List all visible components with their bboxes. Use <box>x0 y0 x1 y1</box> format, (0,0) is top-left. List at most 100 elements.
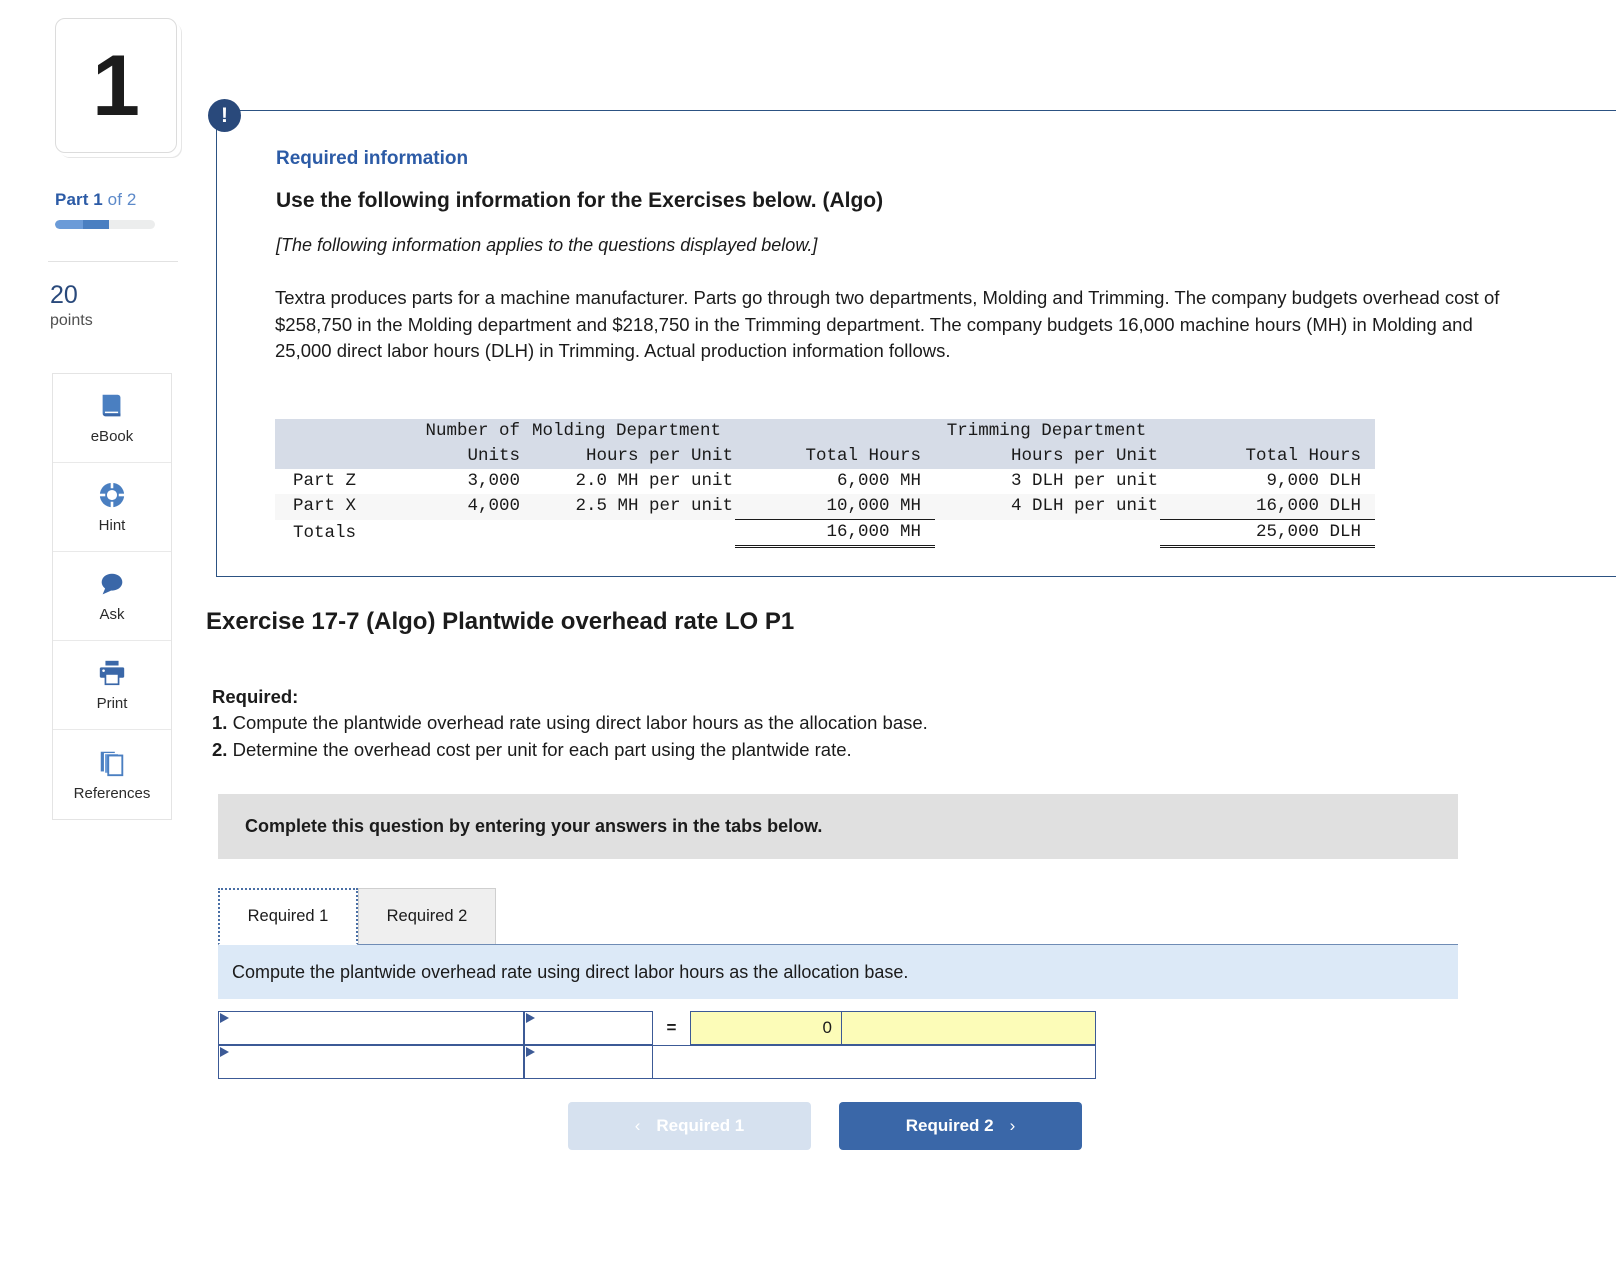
row2-spacer <box>653 1045 1096 1079</box>
required-information-heading: Required information <box>276 148 469 169</box>
table-totals-row: Totals 16,000 MH 25,000 DLH <box>275 519 1375 548</box>
row-units: 3,000 <box>467 471 520 491</box>
dropdown-marker-icon <box>526 1047 535 1057</box>
sidebar-item-label: Print <box>96 695 128 712</box>
units-header-line2: Units <box>400 444 520 469</box>
row-trimming-hpu: 3 DLH per unit <box>1010 471 1158 491</box>
row-trimming-total: 16,000 DLH <box>1160 494 1375 520</box>
trimming-total-header: Total Hours <box>1160 444 1375 469</box>
sidebar-item-label: Hint <box>98 517 126 534</box>
required-information-body: Textra produces parts for a machine manu… <box>275 287 1500 361</box>
question-number: 1 <box>92 37 140 134</box>
part-total: of 2 <box>102 190 137 209</box>
totals-label: Totals <box>293 522 357 543</box>
result-unit-input[interactable] <box>842 1011 1096 1045</box>
row-trimming-hpu: 4 DLH per unit <box>935 494 1160 520</box>
requirement-2-number: 2. <box>212 739 228 760</box>
book-icon <box>97 391 127 421</box>
units-header-line1: Number of <box>400 419 520 444</box>
dropdown-marker-icon <box>526 1013 535 1023</box>
row-trimming-total: 9,000 DLH <box>1266 471 1361 491</box>
label-input-row2-a[interactable] <box>218 1045 524 1079</box>
required-information-subtitle: [The following information applies to th… <box>276 235 818 255</box>
row-molding-hpu: 2.5 MH per unit <box>520 494 735 520</box>
chevron-left-icon: ‹ <box>634 1116 641 1135</box>
col-header-blank <box>275 444 400 469</box>
requirement-2: 2. Determine the overhead cost per unit … <box>212 739 852 761</box>
totals-units <box>400 520 520 547</box>
points-label: points <box>50 312 93 329</box>
sidebar-divider <box>48 261 178 262</box>
tab-required-2[interactable]: Required 2 <box>358 888 496 945</box>
group-header-blank <box>275 419 400 444</box>
totals-molding-hpu <box>520 520 735 547</box>
group-header-spacer-1 <box>735 419 935 444</box>
part-progress-bar <box>55 220 155 229</box>
denominator-input[interactable] <box>524 1011 653 1045</box>
molding-hpu-header: Hours per Unit <box>520 444 735 469</box>
chevron-right-icon: › <box>1009 1116 1016 1135</box>
sidebar-item-label: References <box>73 784 151 802</box>
required-information-title: Use the following information for the Ex… <box>276 189 884 212</box>
result-input[interactable]: 0 <box>690 1011 851 1045</box>
requirement-1-text: Compute the plantwide overhead rate usin… <box>227 712 928 733</box>
row-molding-total: 6,000 MH <box>836 471 921 491</box>
part-current: Part 1 <box>55 190 103 209</box>
totals-trimming-hpu <box>935 520 1160 547</box>
molding-group-header: Molding Department <box>520 419 735 444</box>
requirement-1-number: 1. <box>212 712 228 733</box>
part-indicator: Part 1 of 2 <box>55 190 136 210</box>
progress-segment-2 <box>83 220 109 229</box>
next-required-button[interactable]: Required 2 › <box>839 1102 1082 1150</box>
trimming-group-header: Trimming Department <box>935 419 1160 444</box>
row-label: Part X <box>275 494 400 520</box>
production-data-table: Number of Molding Department Trimming De… <box>275 419 1375 548</box>
totals-molding-total: 16,000 MH <box>735 519 935 548</box>
page-title: Exercise 17-7 (Algo) Plantwide overhead … <box>206 608 795 635</box>
sidebar-item-ask[interactable]: Ask <box>53 552 171 641</box>
points-value: 20 <box>50 281 78 309</box>
dropdown-marker-icon <box>220 1047 229 1057</box>
sidebar-item-hint[interactable]: Hint <box>53 463 171 552</box>
instruction-banner: Complete this question by entering your … <box>218 794 1458 859</box>
exclamation-icon: ! <box>208 99 241 132</box>
copy-pages-icon <box>97 748 127 778</box>
group-header-spacer-2 <box>1160 419 1375 444</box>
sidebar-item-references[interactable]: References <box>53 730 171 819</box>
molding-total-header: Total Hours <box>735 444 935 469</box>
tab-navigation: ‹ Required 1 Required 2 › <box>568 1102 1082 1150</box>
chat-bubble-icon <box>97 569 127 599</box>
progress-segment-1 <box>55 220 83 229</box>
sidebar-item-label: eBook <box>90 428 134 445</box>
printer-icon <box>97 658 127 688</box>
answer-grid: = 0 <box>218 1011 1096 1079</box>
tab-required-1[interactable]: Required 1 <box>218 888 358 945</box>
previous-required-button[interactable]: ‹ Required 1 <box>568 1102 811 1150</box>
label-input-row2-b[interactable] <box>524 1045 653 1079</box>
sidebar-item-label: Ask <box>99 606 125 623</box>
equals-sign: = <box>653 1011 690 1045</box>
table-row: Part X 4,000 2.5 MH per unit 10,000 MH 4… <box>275 494 1375 520</box>
row-label: Part Z <box>293 471 357 491</box>
tool-panel: eBook Hint Ask Print References <box>52 373 172 820</box>
question-number-card: 1 <box>55 18 177 153</box>
row-molding-total: 10,000 MH <box>735 494 935 520</box>
dropdown-marker-icon <box>220 1013 229 1023</box>
question-prompt: Compute the plantwide overhead rate usin… <box>218 945 1458 999</box>
sidebar-item-ebook[interactable]: eBook <box>53 374 171 463</box>
numerator-input[interactable] <box>218 1011 524 1045</box>
question-prompt-text: Compute the plantwide overhead rate usin… <box>232 961 909 982</box>
row-units: 4,000 <box>400 494 520 520</box>
requirement-2-text: Determine the overhead cost per unit for… <box>227 739 852 760</box>
sidebar-item-print[interactable]: Print <box>53 641 171 730</box>
trimming-hpu-header: Hours per Unit <box>935 444 1160 469</box>
question-sidebar: 1 Part 1 of 2 20 points eBook Hint Ask P… <box>0 0 196 1287</box>
tab-strip: Required 1 Required 2 <box>218 888 1458 945</box>
previous-required-label: Required 1 <box>656 1116 745 1135</box>
required-label: Required: <box>212 686 299 707</box>
next-required-label: Required 2 <box>905 1116 994 1135</box>
row-molding-hpu: 2.0 MH per unit <box>575 471 733 491</box>
totals-trimming-total: 25,000 DLH <box>1160 519 1375 548</box>
tab-label: Required 1 <box>247 907 329 925</box>
requirement-1: 1. Compute the plantwide overhead rate u… <box>212 712 928 734</box>
